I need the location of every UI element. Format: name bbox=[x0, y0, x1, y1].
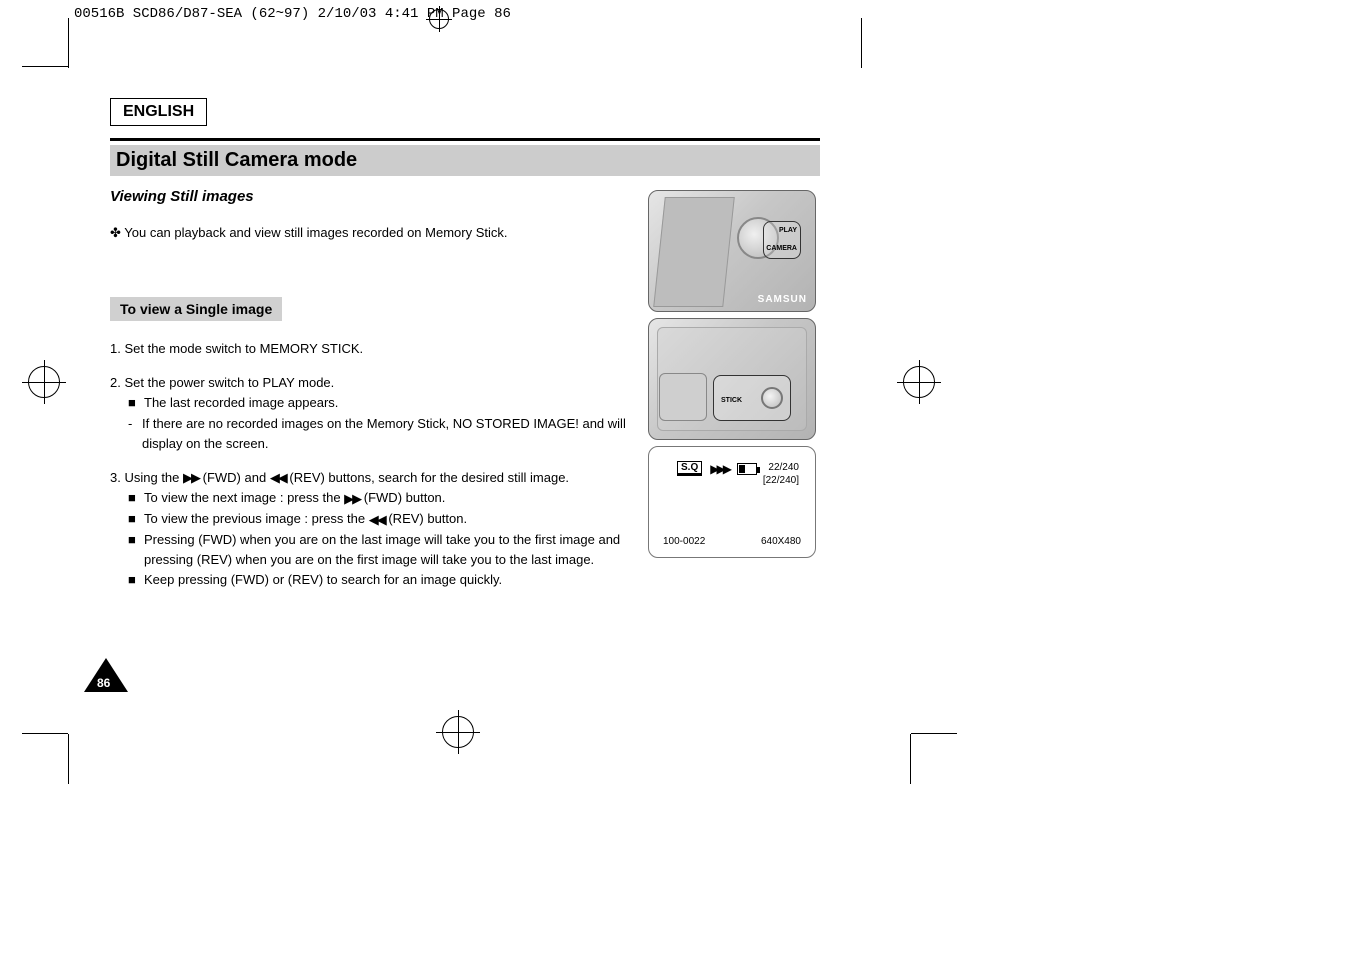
illustration-power-switch: PLAY CAMERA SAMSUN bbox=[648, 190, 816, 312]
quality-badge: S.Q bbox=[677, 461, 702, 476]
feature-heading: To view a Single image bbox=[110, 297, 282, 321]
illustration-lcd-screen: S.Q ▶▶▶ 22/240 [22/240] 100-0022 640X480 bbox=[648, 446, 816, 558]
section-title-bar: Digital Still Camera mode bbox=[110, 145, 820, 176]
battery-icon bbox=[737, 463, 757, 475]
step-1: 1. Set the mode switch to MEMORY STICK. bbox=[110, 339, 640, 359]
illustration-mode-switch: STICK bbox=[648, 318, 816, 440]
crop-mark-icon bbox=[861, 18, 862, 68]
registration-mark-icon bbox=[426, 6, 452, 32]
switch-knob-icon bbox=[761, 387, 783, 409]
crop-mark-icon bbox=[911, 733, 957, 734]
intro-bullet: ✤ You can playback and view still images… bbox=[110, 223, 640, 243]
crop-mark-icon bbox=[22, 66, 68, 67]
fast-forward-icon: ▶▶▶ bbox=[710, 462, 729, 476]
lcd-counter-bracket: [22/240] bbox=[763, 474, 799, 487]
page-number: 86 bbox=[97, 676, 110, 690]
registration-mark-icon bbox=[897, 360, 941, 404]
lcd-resolution: 640X480 bbox=[761, 536, 801, 547]
brand-text: SAMSUN bbox=[758, 294, 807, 305]
stick-label: STICK bbox=[721, 397, 742, 404]
fast-forward-icon: ▶▶ bbox=[183, 468, 199, 488]
camera-label: CAMERA bbox=[766, 245, 797, 252]
crop-mark-icon bbox=[22, 733, 68, 734]
crop-mark-icon bbox=[68, 734, 69, 784]
fast-forward-icon: ▶▶ bbox=[344, 489, 360, 509]
step-3: 3. Using the ▶▶ (FWD) and ◀◀ (REV) butto… bbox=[110, 468, 640, 590]
section-title: Digital Still Camera mode bbox=[116, 149, 357, 172]
crop-mark-icon bbox=[68, 18, 69, 68]
registration-mark-icon bbox=[436, 710, 480, 754]
step-2: 2. Set the power switch to PLAY mode. ■T… bbox=[110, 373, 640, 454]
title-rule bbox=[110, 138, 820, 141]
language-badge: ENGLISH bbox=[110, 98, 207, 126]
lcd-filename: 100-0022 bbox=[663, 536, 705, 547]
play-label: PLAY bbox=[779, 227, 797, 234]
lcd-counter: 22/240 bbox=[763, 461, 799, 474]
crop-mark-icon bbox=[910, 734, 911, 784]
registration-mark-icon bbox=[22, 360, 66, 404]
rewind-icon: ◀◀ bbox=[270, 468, 286, 488]
rewind-icon: ◀◀ bbox=[369, 510, 385, 530]
